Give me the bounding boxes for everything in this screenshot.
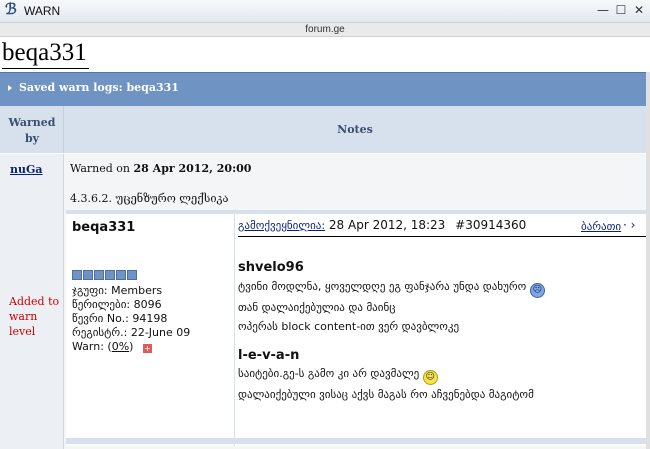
section-title: Saved warn logs: beqa331	[19, 81, 179, 94]
warn-value-link[interactable]: 0%	[112, 340, 129, 353]
quote-1-line-3: ოპერას block content-ით ვერ დავბლოკე	[238, 320, 460, 333]
warned-on-line: Warned on 28 Apr 2012, 20:00	[70, 162, 251, 175]
collapse-arrow-icon[interactable]	[8, 85, 12, 91]
post-author-panel: beqa331 ჯგუფი: Members წერილები: 8096 წე…	[66, 214, 235, 446]
column-warned-by-label: Warned by	[8, 116, 56, 145]
warn-status: Added to warn level	[9, 295, 60, 338]
smile-icon: ☺	[422, 370, 438, 385]
post-author[interactable]: beqa331	[72, 220, 135, 235]
warn-reason: 4.3.6.2. უცენზურო ლექსიკა	[70, 192, 229, 205]
author-number: წევრი No.: 94198	[72, 312, 168, 325]
window-title: WARN	[24, 4, 61, 18]
published-date: 28 Apr 2012, 18:23	[328, 218, 446, 232]
page-title: beqa331	[2, 38, 89, 69]
quote-1-line-2: თან დალაიქებულია და მაინც	[238, 301, 396, 314]
url-bar: forum.ge	[0, 23, 650, 37]
column-header-warned-by: Warned by	[0, 106, 64, 153]
author-group: ჯგუფი: Members	[72, 284, 163, 297]
author-posts: წერილები: 8096	[72, 298, 162, 311]
warned-on-label: Warned on	[70, 162, 131, 175]
post-id[interactable]: #30914360	[455, 218, 526, 232]
sad-face-icon: ☹	[529, 283, 545, 298]
warn-label: Warn: (	[72, 340, 112, 353]
quote-1-body: ტვინი მოდლნა, ყოველდღე ეგ ფანჯარა უნდა დ…	[238, 277, 646, 336]
author-info: ჯგუფი: Members წერილები: 8096 წევრი No.:…	[72, 284, 190, 354]
warned-by-cell: nuGa Added to warn level	[0, 154, 64, 449]
report-link[interactable]: ბარათი	[581, 220, 621, 233]
app-icon: ℬ	[5, 2, 17, 18]
quote-2-body: საიტები.გე-ს გამო კი არ დავმალე ☺ დალაიქ…	[238, 364, 646, 404]
quote-1-line-1: ტვინი მოდლნა, ყოველდღე ეგ ფანჯარა უნდა დ…	[238, 280, 527, 293]
post-body: shvelo96 ტვინი მოდლნა, ყოველდღე ეგ ფანჯა…	[238, 260, 646, 404]
post-footer	[66, 438, 646, 444]
rank-pips	[72, 270, 138, 280]
section-title-bar: Saved warn logs: beqa331	[0, 72, 646, 106]
minimize-button[interactable]: —	[594, 2, 612, 19]
restore-button[interactable]: ☐	[612, 2, 630, 19]
warned-by-link[interactable]: nuGa	[10, 163, 43, 176]
more-link[interactable]: · ›	[623, 218, 635, 232]
column-notes-label: Notes	[337, 123, 373, 136]
warned-on-date: 28 Apr 2012, 20:00	[133, 162, 252, 175]
author-warn: Warn: (0%) +	[72, 340, 190, 354]
window-titlebar: ℬ WARN — ☐ ✕	[0, 0, 650, 23]
close-button[interactable]: ✕	[630, 2, 648, 19]
published-label-link[interactable]: გამოქვეყნილია:	[238, 219, 325, 232]
warn-close: )	[129, 340, 134, 353]
quote-2-line-1: საიტები.გე-ს გამო კი არ დავმალე	[238, 367, 420, 380]
scrollbar[interactable]	[646, 72, 650, 449]
quote-2-name: l-e-v-a-n	[238, 348, 300, 363]
post-box: beqa331 ჯგუფი: Members წერილები: 8096 წე…	[66, 210, 646, 446]
quote-2-line-2: დალაიქებული ვისაც აქვს მაგას რო აჩვენებდ…	[238, 388, 534, 401]
post-header: გამოქვეყნილია: 28 Apr 2012, 18:23 #30914…	[238, 218, 646, 237]
quote-1-name: shvelo96	[238, 260, 304, 275]
warn-add-icon[interactable]: +	[142, 344, 152, 353]
column-header-notes: Notes	[64, 106, 646, 153]
author-registered: რეგისტრ.: 22-June 09	[72, 326, 191, 339]
